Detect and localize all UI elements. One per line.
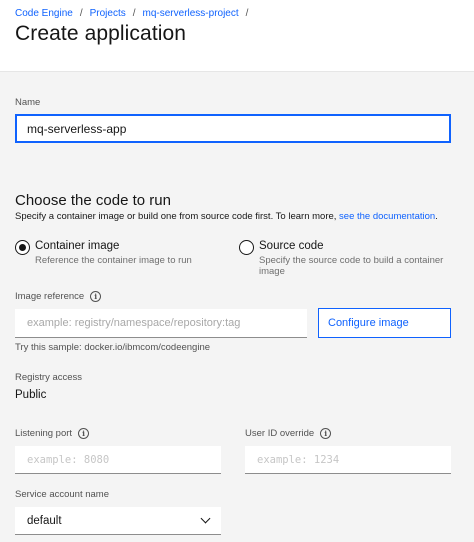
radio-source-code-desc-line1: Specify the source code to build a conta…: [259, 255, 444, 266]
image-reference-input[interactable]: example: registry/namespace/repository:t…: [15, 309, 307, 338]
section-description-text: Specify a container image or build one f…: [15, 211, 337, 222]
image-reference-helper: Try this sample: docker.io/ibmcom/codeen…: [15, 342, 211, 353]
radio-unselected-icon[interactable]: [239, 240, 254, 255]
breadcrumb-code-engine[interactable]: Code Engine: [15, 8, 73, 19]
chevron-down-icon: [200, 513, 211, 524]
user-id-override-placeholder: example: 1234: [257, 453, 340, 466]
service-account-label: Service account name: [15, 489, 109, 500]
breadcrumb-projects[interactable]: Projects: [90, 8, 126, 19]
radio-container-image-title: Container image: [35, 240, 120, 252]
info-icon[interactable]: i: [90, 291, 102, 302]
configure-image-button[interactable]: Configure image: [318, 308, 451, 338]
page-title: Create application: [15, 22, 187, 45]
image-reference-label: Image reference i: [15, 291, 102, 302]
registry-access-label: Registry access: [15, 372, 83, 383]
user-id-override-input[interactable]: example: 1234: [245, 446, 451, 474]
breadcrumb-separator: /: [245, 8, 249, 19]
breadcrumb-separator: /: [79, 8, 83, 19]
listening-port-placeholder: example: 8080: [27, 453, 110, 466]
section-description: Specify a container image or build one f…: [15, 211, 438, 222]
service-account-selected: default: [27, 514, 62, 527]
radio-container-image-desc: Reference the container image to run: [35, 255, 192, 266]
breadcrumb-project[interactable]: mq-serverless-project: [143, 8, 239, 19]
radio-container-image[interactable]: Container image Reference the container …: [15, 239, 192, 266]
radio-source-code-desc-line2: image: [259, 266, 285, 277]
radio-selected-icon[interactable]: [15, 240, 30, 255]
registry-access-value: Public: [15, 389, 47, 401]
name-input[interactable]: mq-serverless-app: [15, 114, 451, 143]
name-label: Name: [15, 97, 41, 108]
info-icon[interactable]: i: [320, 428, 332, 439]
section-title: Choose the code to run: [15, 192, 171, 209]
name-input-value: mq-serverless-app: [27, 121, 127, 136]
listening-port-input[interactable]: example: 8080: [15, 446, 221, 474]
breadcrumb-separator: /: [132, 8, 136, 19]
listening-port-label-text: Listening port: [15, 428, 73, 439]
info-icon[interactable]: i: [78, 428, 90, 439]
service-account-select[interactable]: default: [15, 507, 221, 535]
image-reference-label-text: Image reference: [15, 291, 85, 302]
user-id-override-label: User ID override i: [245, 428, 332, 439]
radio-source-code-title: Source code: [259, 240, 324, 252]
radio-source-code[interactable]: Source code Specify the source code to b…: [239, 239, 443, 277]
user-id-override-label-text: User ID override: [245, 428, 315, 439]
image-reference-placeholder: example: registry/namespace/repository:t…: [27, 317, 241, 329]
documentation-link[interactable]: see the documentation: [339, 211, 435, 222]
breadcrumb: Code Engine / Projects / mq-serverless-p…: [15, 8, 255, 19]
section-description-end: .: [435, 211, 438, 222]
listening-port-label: Listening port i: [15, 428, 90, 439]
